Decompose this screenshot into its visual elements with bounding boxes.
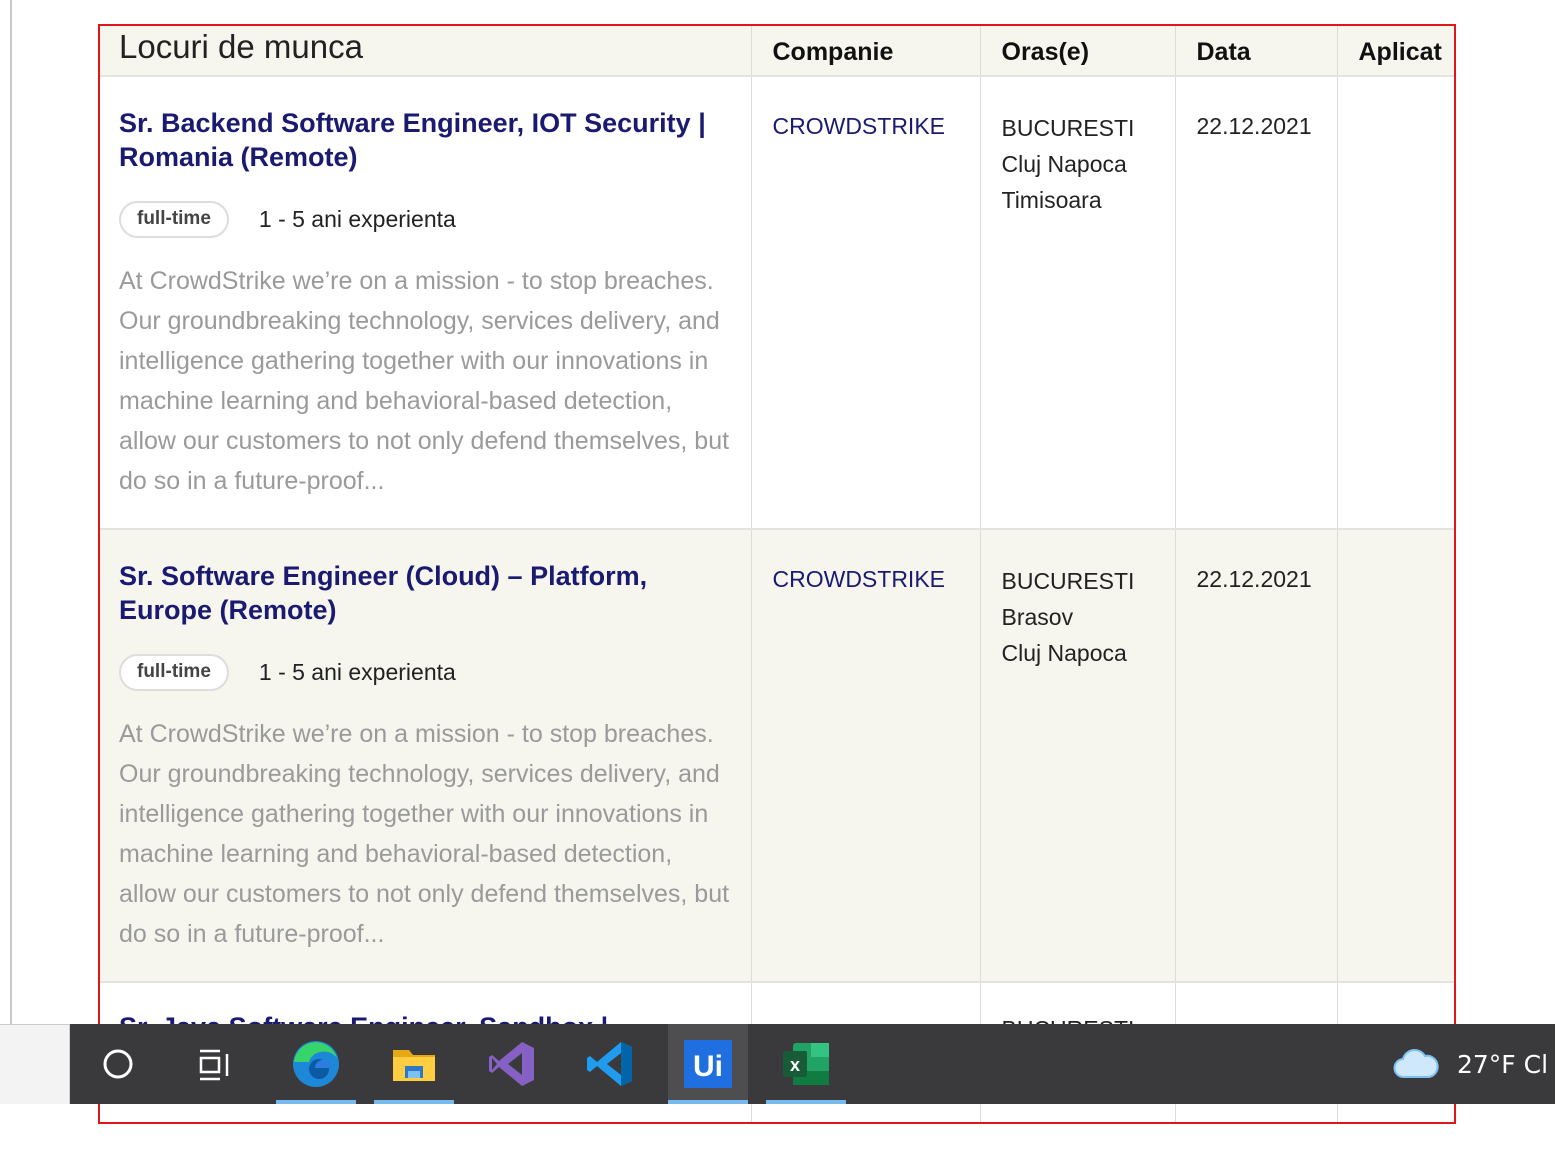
jobs-table: Locuri de munca Companie Oras(e) Data Ap… [100, 26, 1454, 1122]
table-row: Sr. Software Engineer (Cloud) – Platform… [100, 529, 1454, 983]
city: Cluj Napoca [1001, 640, 1127, 666]
search-circle-icon[interactable] [78, 1024, 158, 1104]
file-explorer-icon[interactable] [374, 1024, 454, 1104]
visual-studio-icon[interactable] [472, 1024, 552, 1104]
job-type-badge: full-time [119, 654, 229, 691]
company-cell: CROWDSTRIKE [751, 76, 981, 530]
edge-icon[interactable] [276, 1024, 356, 1104]
job-cell: Sr. Backend Software Engineer, IOT Secur… [100, 76, 752, 530]
city: Brasov [1001, 604, 1074, 630]
job-cell: Sr. Software Engineer (Cloud) – Platform… [100, 529, 752, 983]
excel-icon[interactable]: x [766, 1024, 846, 1104]
jobs-table-highlight: Locuri de munca Companie Oras(e) Data Ap… [98, 24, 1456, 1124]
city: Timisoara [1001, 187, 1102, 213]
cities-cell: BUCURESTI Brasov Cluj Napoca [980, 529, 1176, 983]
table-row: Sr. Backend Software Engineer, IOT Secur… [100, 76, 1454, 530]
cloud-icon[interactable] [1376, 1024, 1456, 1104]
header-cities: Oras(e) [980, 26, 1176, 77]
job-description: At CrowdStrike we’re on a mission - to s… [119, 720, 730, 948]
table-header-row: Locuri de munca Companie Oras(e) Data Ap… [100, 26, 1454, 77]
windows-taskbar: Ui x 27°F Cl [0, 1024, 1555, 1104]
post-date: 22.12.2021 [1196, 113, 1312, 139]
header-company: Companie [751, 26, 981, 77]
city: BUCURESTI [1001, 115, 1135, 141]
svg-text:Ui: Ui [693, 1050, 723, 1083]
task-view-icon[interactable] [174, 1024, 254, 1104]
job-type-badge: full-time [119, 201, 229, 238]
date-cell: 22.12.2021 [1175, 76, 1338, 530]
window-edge [10, 0, 12, 1024]
date-cell: 22.12.2021 [1175, 529, 1338, 983]
company-link[interactable]: CROWDSTRIKE [752, 530, 980, 593]
job-description: At CrowdStrike we’re on a mission - to s… [119, 267, 730, 495]
city: BUCURESTI [1001, 568, 1135, 594]
uipath-icon[interactable]: Ui [668, 1024, 748, 1104]
job-title-link[interactable]: Sr. Backend Software Engineer, IOT Secur… [119, 106, 733, 174]
vscode-icon[interactable] [570, 1024, 650, 1104]
city: Cluj Napoca [1001, 151, 1127, 177]
company-link[interactable]: CROWDSTRIKE [752, 77, 980, 140]
taskbar-edge [0, 1024, 70, 1104]
header-applied: Aplicat [1337, 26, 1454, 77]
header-date: Data [1175, 26, 1338, 77]
company-cell: CROWDSTRIKE [751, 529, 981, 983]
weather-text[interactable]: 27°F Cl [1457, 1050, 1548, 1079]
job-title-link[interactable]: Sr. Software Engineer (Cloud) – Platform… [119, 559, 733, 627]
svg-text:x: x [790, 1055, 800, 1075]
applied-cell [1337, 529, 1454, 983]
post-date: 22.12.2021 [1196, 566, 1312, 592]
experience-text: 1 - 5 ani experienta [258, 206, 456, 232]
cities-cell: BUCURESTI Cluj Napoca Timisoara [980, 76, 1176, 530]
applied-cell [1337, 76, 1454, 530]
experience-text: 1 - 5 ani experienta [258, 659, 456, 685]
header-jobs: Locuri de munca [100, 26, 752, 77]
